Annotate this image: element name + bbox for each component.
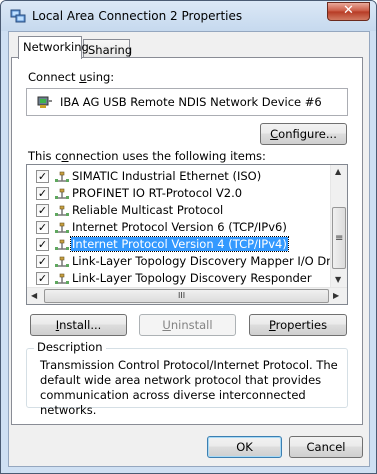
uninstall-button[interactable]: Uninstall: [139, 314, 236, 336]
window-title: Local Area Connection 2 Properties: [32, 9, 243, 23]
item-label: Internet Protocol Version 6 (TCP/IPv6): [72, 220, 287, 234]
scroll-up-arrow-icon[interactable]: ▲: [335, 167, 341, 176]
protocol-icon: [54, 171, 70, 183]
item-label: PROFINET IO RT-Protocol V2.0: [72, 186, 243, 200]
item-label: Reliable Multicast Protocol: [72, 203, 224, 217]
item-label: Link-Layer Topology Discovery Mapper I/O…: [72, 254, 348, 268]
scroll-left-arrow-icon[interactable]: ◀: [31, 291, 37, 300]
tab-sharing[interactable]: Sharing: [83, 39, 133, 59]
vertical-scrollbar[interactable]: ▲ ≡ ▼: [330, 165, 347, 288]
close-button[interactable]: ✕: [327, 2, 370, 21]
scroll-right-arrow-icon[interactable]: ▶: [333, 291, 339, 300]
list-item[interactable]: ✓ Internet Protocol Version 4 (TCP/IPv4): [27, 236, 334, 253]
item-label: SIMATIC Industrial Ethernet (ISO): [72, 169, 262, 183]
close-icon: ✕: [343, 3, 354, 18]
item-checkbox[interactable]: ✓: [36, 238, 49, 251]
description-text: Transmission Control Protocol/Internet P…: [40, 358, 338, 417]
ok-button[interactable]: OK: [207, 436, 282, 458]
device-name: IBA AG USB Remote NDIS Network Device #6: [60, 95, 322, 109]
item-checkbox[interactable]: ✓: [36, 255, 49, 268]
item-checkbox[interactable]: ✓: [36, 170, 49, 183]
connect-using-label: Connect using:: [28, 70, 115, 84]
cancel-button[interactable]: Cancel: [289, 436, 363, 458]
horizontal-scroll-thumb[interactable]: III: [44, 289, 329, 303]
list-item[interactable]: ✓ Internet Protocol Version 6 (TCP/IPv6): [27, 219, 334, 236]
properties-button[interactable]: Properties: [249, 314, 347, 336]
network-adapter-icon: [37, 96, 52, 108]
list-item[interactable]: ✓ Link-Layer Topology Discovery Mapper I/…: [27, 253, 347, 270]
item-checkbox[interactable]: ✓: [36, 272, 49, 285]
list-item[interactable]: ✓ Reliable Multicast Protocol: [27, 202, 334, 219]
network-connection-icon: [10, 9, 26, 23]
device-field: IBA AG USB Remote NDIS Network Device #6: [26, 88, 348, 116]
protocol-icon: [54, 256, 70, 268]
configure-button[interactable]: Configure...: [260, 123, 347, 145]
list-item[interactable]: ✓ SIMATIC Industrial Ethernet (ISO): [27, 168, 334, 185]
protocol-icon: [54, 273, 70, 285]
tab-networking[interactable]: Networking: [18, 36, 89, 59]
components-list[interactable]: ✓ SIMATIC Industrial Ethernet (ISO) ✓ PROFI…: [26, 164, 348, 305]
protocol-icon: [54, 239, 70, 251]
install-button[interactable]: Install...: [30, 314, 127, 336]
scroll-down-arrow-icon[interactable]: ▼: [335, 275, 341, 284]
item-checkbox[interactable]: ✓: [36, 204, 49, 217]
title-bar[interactable]: Local Area Connection 2 Properties ✕: [1, 1, 376, 31]
item-label: Link-Layer Topology Discovery Responder: [72, 271, 312, 285]
protocol-icon: [54, 222, 70, 234]
protocol-icon: [54, 188, 70, 200]
item-checkbox[interactable]: ✓: [36, 221, 49, 234]
description-title: Description: [34, 340, 106, 354]
list-item[interactable]: ✓ PROFINET IO RT-Protocol V2.0: [27, 185, 334, 202]
protocol-icon: [54, 205, 70, 217]
items-label: This connection uses the following items…: [28, 149, 266, 163]
list-item[interactable]: ✓ Link-Layer Topology Discovery Responder: [27, 270, 334, 287]
item-label: Internet Protocol Version 4 (TCP/IPv4): [70, 236, 289, 252]
vertical-grip-icon: ≡: [335, 233, 344, 244]
tab-networking-label: Networking: [23, 40, 89, 54]
vertical-scroll-thumb[interactable]: ≡: [332, 207, 346, 269]
item-checkbox[interactable]: ✓: [36, 187, 49, 200]
tab-sharing-label: Sharing: [88, 43, 133, 57]
horizontal-grip-icon: III: [178, 291, 186, 300]
horizontal-scrollbar[interactable]: ◀ III ▶: [27, 287, 347, 304]
